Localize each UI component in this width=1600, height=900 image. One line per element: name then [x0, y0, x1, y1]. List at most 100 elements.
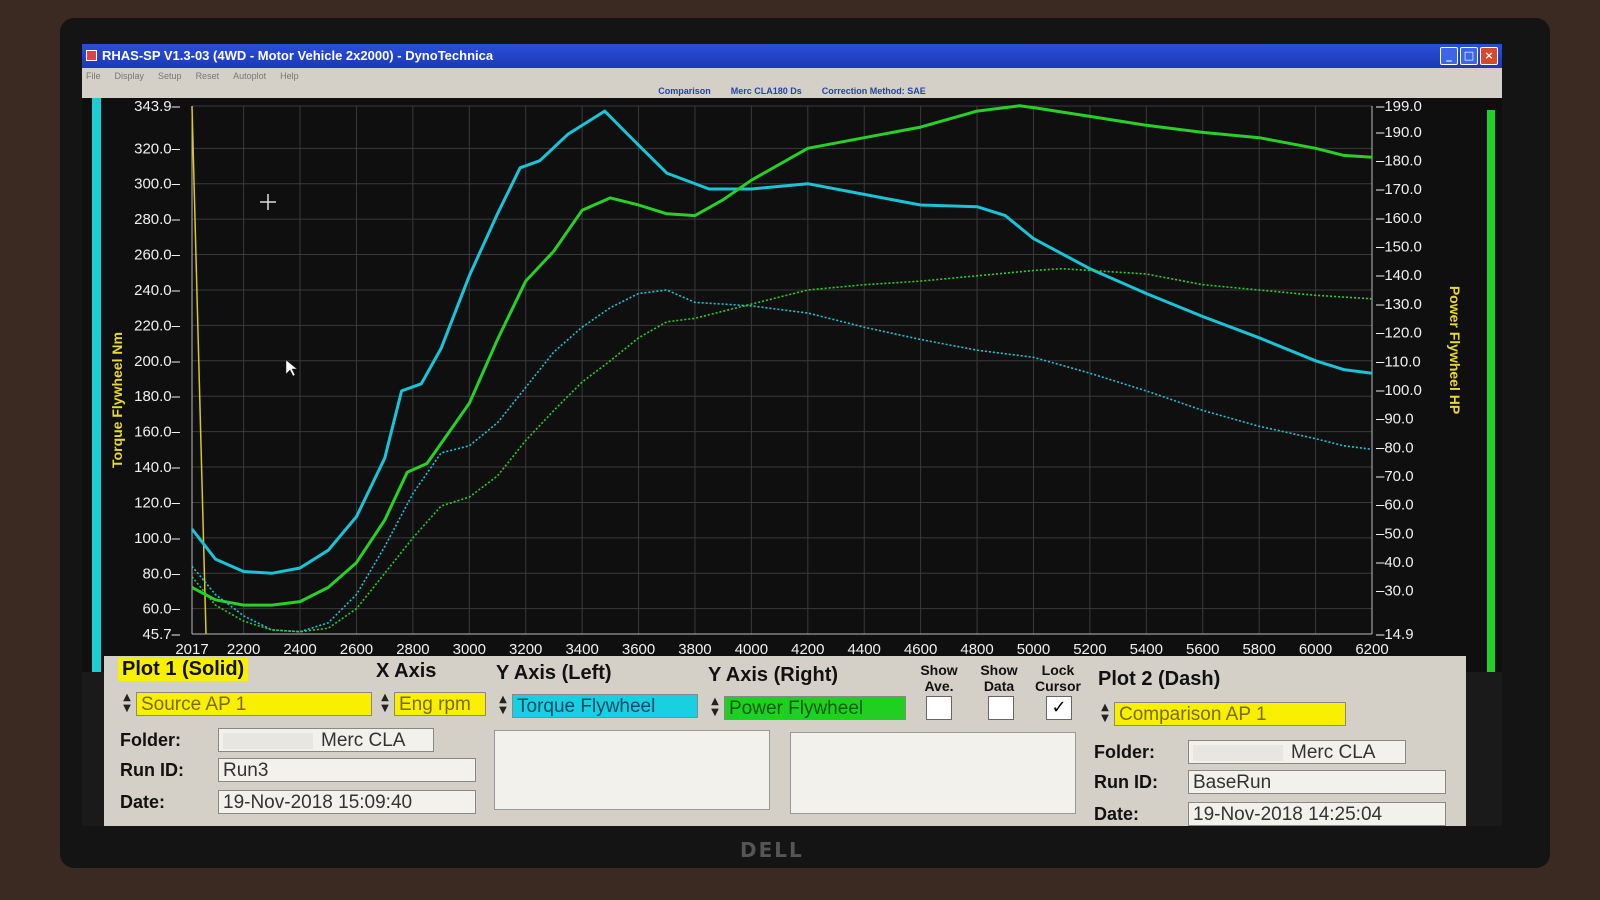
series-line-3	[191, 267, 1373, 633]
y-right-tick-label-3: –170.0	[1376, 181, 1422, 198]
plot1-folder-value: Merc CLA	[321, 730, 406, 751]
series-line-2	[191, 289, 1373, 633]
series-line-1	[191, 104, 1373, 607]
y-left-tick-label-13: 80.0–	[142, 565, 180, 582]
y-left-title: Y Axis (Left)	[496, 662, 612, 684]
show-data-label: Show Data	[980, 662, 1018, 694]
app-icon	[86, 50, 97, 61]
maximize-button[interactable]: □	[1460, 47, 1478, 65]
y-right-field[interactable]: Power Flywheel	[724, 696, 906, 720]
comparison-value: Merc CLA180 Ds	[730, 86, 802, 96]
y-right-spinner[interactable]: ▲ ▼	[708, 696, 722, 720]
show-data-checkbox[interactable]	[988, 696, 1014, 720]
plot2-runid-label: Run ID:	[1094, 772, 1158, 792]
notes-box-1[interactable]	[494, 730, 770, 810]
y-right-tick-label-1: –190.0	[1376, 124, 1422, 141]
plot2-folder-value: Merc CLA	[1291, 742, 1376, 763]
y-left-tick-label-3: 280.0–	[134, 211, 181, 228]
monitor-brand-logo: DELL	[740, 838, 804, 862]
cursor-line	[191, 105, 207, 635]
plot2-folder-label: Folder:	[1094, 742, 1155, 762]
y-right-tick-label-15: –50.0	[1376, 525, 1414, 542]
y-left-tick-label-4: 260.0–	[134, 247, 181, 264]
menu-item-display[interactable]: Display	[115, 68, 145, 84]
y-left-tick-label-8: 180.0–	[134, 388, 181, 405]
y-left-tick-label-0: 343.9–	[134, 98, 181, 115]
dyno-chart[interactable]: 2017 2200 2400 2600 2800 3000 3200 3400 3600 3800…	[82, 98, 1502, 672]
show-ave-label: Show Ave.	[920, 662, 958, 694]
y-right-tick-label-10: –100.0	[1376, 382, 1422, 399]
y-right-tick-label-17: –30.0	[1376, 583, 1414, 600]
title-bar[interactable]: RHAS-SP V1.3-03 (4WD - Motor Vehicle 2x2…	[82, 44, 1502, 68]
menu-item-setup[interactable]: Setup	[158, 68, 182, 84]
crosshair-icon	[260, 194, 276, 210]
correction-method-label: Correction Method: SAE	[821, 86, 926, 96]
plot2-date-field[interactable]: 19-Nov-2018 14:25:04	[1188, 802, 1446, 826]
y-right-tick-label-0: –199.0	[1376, 98, 1422, 115]
plot1-title: Plot 1 (Solid)	[118, 658, 249, 681]
y-left-tick-label-11: 120.0–	[134, 494, 181, 511]
y-right-tick-label-13: –70.0	[1376, 468, 1414, 485]
mouse-pointer-icon	[285, 359, 298, 377]
plot1-folder-label: Folder:	[120, 730, 181, 750]
y-right-tick-label-11: –90.0	[1376, 411, 1414, 428]
y-right-tick-label-16: –40.0	[1376, 554, 1414, 571]
series-line-0	[190, 109, 1373, 575]
y-right-tick-label-2: –180.0	[1376, 152, 1422, 169]
x-axis-field[interactable]: Eng rpm	[394, 692, 486, 716]
y-left-tick-label-5: 240.0–	[134, 282, 181, 299]
y-left-tick-label-7: 200.0–	[134, 353, 181, 370]
plot2-title: Plot 2 (Dash)	[1098, 668, 1221, 690]
y-left-axis-label: Torque Flywheel Nm	[109, 332, 125, 468]
plot1-runid-field[interactable]: Run3	[218, 758, 476, 782]
y-right-tick-label-7: –130.0	[1376, 296, 1422, 313]
y-right-tick-label-14: –60.0	[1376, 497, 1414, 514]
menu-item-reset[interactable]: Reset	[196, 68, 220, 84]
y-left-field[interactable]: Torque Flywheel	[512, 694, 698, 718]
window-title: RHAS-SP V1.3-03 (4WD - Motor Vehicle 2x2…	[102, 48, 494, 63]
menu-item-autoplot[interactable]: Autoplot	[233, 68, 266, 84]
control-panel: Plot 1 (Solid) X Axis Y Axis (Left) Y Ax…	[104, 656, 1466, 826]
y-right-tick-label-9: –110.0	[1376, 353, 1421, 370]
plot1-source-spinner[interactable]: ▲ ▼	[120, 692, 134, 716]
y-right-tick-label-8: –120.0	[1376, 325, 1422, 342]
plot1-date-field[interactable]: 19-Nov-2018 15:09:40	[218, 790, 476, 814]
lock-cursor-checkbox[interactable]: ✓	[1046, 696, 1072, 720]
plot2-runid-field[interactable]: BaseRun	[1188, 770, 1446, 794]
y-right-tick-label-5: –150.0	[1376, 239, 1422, 256]
y-left-tick-label-10: 140.0–	[134, 459, 181, 476]
lock-cursor-label: Lock Cursor	[1035, 662, 1081, 694]
plot1-runid-label: Run ID:	[120, 760, 184, 780]
y-right-tick-label-12: –80.0	[1376, 439, 1414, 456]
minimize-button[interactable]: _	[1440, 47, 1458, 65]
app-window: RHAS-SP V1.3-03 (4WD - Motor Vehicle 2x2…	[82, 44, 1502, 826]
menu-item-file[interactable]: File	[86, 68, 101, 84]
show-ave-checkbox[interactable]	[926, 696, 952, 720]
plot2-folder-field[interactable]: Merc CLA	[1188, 740, 1406, 764]
plot1-date-label: Date:	[120, 792, 166, 812]
y-left-tick-label-12: 100.0–	[134, 530, 181, 547]
menu-item-help[interactable]: Help	[280, 68, 299, 84]
plot2-source-spinner[interactable]: ▲ ▼	[1098, 702, 1112, 726]
y-left-tick-label-1: 320.0–	[134, 140, 181, 157]
plot2-source-field[interactable]: Comparison AP 1	[1114, 702, 1346, 726]
y-left-tick-label-9: 160.0–	[134, 424, 181, 441]
plot2-date-label: Date:	[1094, 804, 1140, 824]
y-left-spinner[interactable]: ▲ ▼	[496, 694, 510, 718]
info-bar: Comparison Merc CLA180 Ds Correction Met…	[82, 84, 1502, 98]
notes-box-2[interactable]	[790, 732, 1076, 814]
y-right-tick-label-4: –160.0	[1376, 210, 1422, 227]
y-left-tick-label-14: 60.0–	[142, 601, 180, 618]
y-right-axis-label: Power Flywheel HP	[1447, 286, 1463, 414]
x-axis-title: X Axis	[376, 660, 437, 682]
y-right-tick-label-6: –140.0	[1376, 267, 1422, 284]
menu-bar: File Display Setup Reset Autoplot Help	[82, 68, 1502, 84]
comparison-label: Comparison	[658, 86, 711, 96]
plot1-folder-field[interactable]: Merc CLA	[218, 728, 434, 752]
plot1-source-field[interactable]: Source AP 1	[136, 692, 372, 716]
y-right-title: Y Axis (Right)	[708, 664, 839, 686]
y-left-tick-label-2: 300.0–	[134, 176, 181, 193]
close-button[interactable]: ×	[1480, 47, 1498, 65]
y-right-tick-label-18: –14.9	[1376, 626, 1414, 643]
x-axis-spinner[interactable]: ▲ ▼	[378, 692, 392, 716]
